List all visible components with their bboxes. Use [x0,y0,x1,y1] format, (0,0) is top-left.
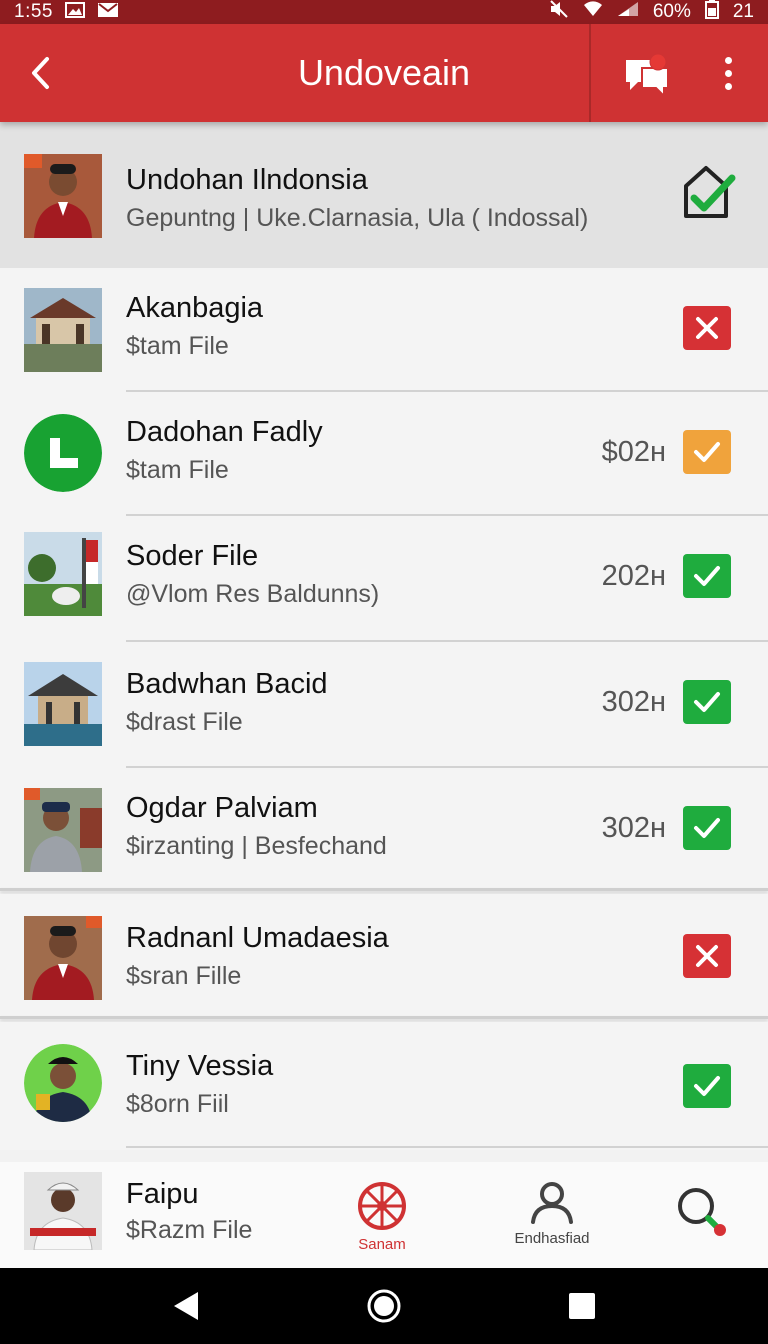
person-icon [531,1182,573,1224]
item-time: 202н [601,560,666,592]
battery-icon [704,0,719,25]
circle-home-icon [367,1289,401,1323]
item-thumbnail [24,662,102,746]
status-warn-button[interactable] [683,430,731,474]
list-item[interactable]: Ogdar Palviam $irzanting | Besfechand 30… [0,768,768,892]
check-icon [694,1076,720,1096]
nav-recents-button[interactable] [562,1286,602,1326]
list-item[interactable]: Soder File @Vlom Res Baldunns) 202н [0,516,768,642]
more-options-button[interactable] [708,48,748,98]
item-title: Tiny Vessia [126,1050,274,1082]
item-subtitle: $Razm File [126,1216,253,1244]
signal-icon [617,1,639,23]
item-subtitle: $tam File [126,456,229,484]
check-icon [694,818,720,838]
item-subtitle: $8orn Fiil [126,1090,229,1118]
status-ok-button[interactable] [683,554,731,598]
wheel-icon [358,1182,406,1230]
header-item-subtitle: Gepuntng | Uke.Clarnasia, Ula ( Indossal… [126,204,589,232]
check-icon [694,566,720,586]
check-icon [694,692,720,712]
status-ok-button[interactable] [683,680,731,724]
item-thumbnail [24,288,102,372]
battery-percent: 60% [652,1,691,22]
item-thumbnail [24,916,102,1000]
item-thumbnail [24,532,102,616]
item-title: Radnanl Umadaesia [126,922,389,954]
home-check-icon[interactable] [680,162,736,220]
nav-home-button[interactable] [364,1286,404,1326]
gallery-icon [64,1,85,23]
triangle-back-icon [174,1292,198,1320]
close-icon [696,945,718,967]
list-item[interactable]: Faipu $Razm File [0,1162,300,1268]
tab-label: Endhasfiad [514,1230,590,1247]
status-ok-button[interactable] [683,1064,731,1108]
item-subtitle: $irzanting | Besfechand [126,832,387,860]
status-bar: 1:55 60% 21 [0,0,768,24]
item-title: Faipu [126,1178,199,1210]
header-item-title: Undohan Ilndonsia [126,164,368,196]
header-avatar [24,154,102,238]
chat-icon [626,53,669,99]
chat-button[interactable] [618,46,678,102]
more-dot-icon [724,82,732,90]
tab-search[interactable] [672,1184,732,1240]
tab-sanam[interactable]: Sanam [340,1180,424,1253]
app-bar-divider [589,24,591,122]
bottom-bar: Faipu $Razm File Sanam Endhasfiad [0,1162,768,1268]
item-title: Soder File [126,540,259,572]
tab-label: Sanam [358,1236,406,1253]
item-subtitle: $drast File [126,708,243,736]
item-app-icon [24,414,102,492]
chevron-left-icon [32,57,49,89]
header-list-item[interactable]: Undohan Ilndonsia Gepuntng | Uke.Clarnas… [0,122,768,268]
item-subtitle: @Vlom Res Baldunns) [126,580,380,608]
item-title: Akanbagia [126,292,264,324]
system-nav-bar [0,1268,768,1344]
row-divider [126,1146,768,1148]
status-time: 1:55 [14,1,53,22]
item-time: 302н [601,686,666,718]
search-icon [678,1188,726,1236]
status-ok-button[interactable] [683,806,731,850]
nav-back-button[interactable] [166,1286,206,1326]
more-dot-icon [724,69,732,77]
mail-icon [97,2,119,23]
back-button[interactable] [0,24,80,122]
section-divider [0,1016,768,1019]
list-item[interactable]: Dadohan Fadly $tam File $02н [0,392,768,516]
list-item[interactable]: Badwhan Bacid $drast File 302н [0,642,768,768]
check-icon [694,442,720,462]
more-dot-icon [724,56,732,64]
square-recents-icon [569,1293,595,1319]
item-avatar [24,1044,102,1122]
list-item[interactable]: Radnanl Umadaesia $sran Fille [0,894,768,1020]
item-thumbnail [24,788,102,872]
wifi-icon [583,1,603,23]
status-fail-button[interactable] [683,306,731,350]
tab-endhasfiad[interactable]: Endhasfiad [500,1180,604,1247]
mute-icon [549,0,569,24]
section-divider [0,888,768,891]
status-fail-button[interactable] [683,934,731,978]
close-icon [696,317,718,339]
item-time: $02н [601,436,666,468]
list-item[interactable]: Akanbagia $tam File [0,268,768,392]
item-subtitle: $sran Fille [126,962,242,990]
app-bar: Undoveain [0,24,768,122]
item-title: Dadohan Fadly [126,416,323,448]
item-title: Badwhan Bacid [126,668,328,700]
list-item[interactable]: Tiny Vessia $8orn Fiil [0,1022,768,1150]
status-extra: 21 [732,1,754,22]
item-title: Ogdar Palviam [126,792,318,824]
item-subtitle: $tam File [126,332,229,360]
item-thumbnail [24,1172,102,1250]
item-time: 302н [601,812,666,844]
